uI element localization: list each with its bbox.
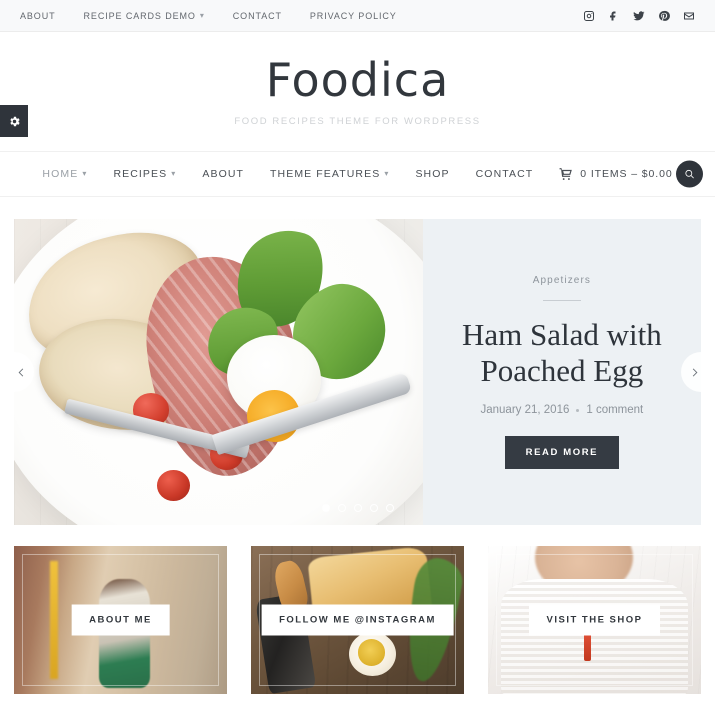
search-icon	[685, 169, 694, 179]
topnav-item-contact[interactable]: CONTACT	[219, 11, 296, 21]
promo-boxes: ABOUT ME FOLLOW ME @INSTAGRAM VISIT THE …	[14, 546, 701, 694]
twitter-icon[interactable]	[626, 3, 651, 28]
nav-item-shop[interactable]: SHOP	[402, 168, 462, 180]
chevron-right-icon	[692, 368, 697, 376]
settings-gear-tab[interactable]	[0, 105, 28, 137]
chevron-down-icon: ▾	[82, 169, 88, 178]
gear-icon	[9, 116, 20, 126]
email-icon[interactable]	[676, 3, 701, 28]
search-button[interactable]	[676, 160, 703, 188]
topnav-label: CONTACT	[232, 10, 282, 21]
hero-title[interactable]: Ham Salad with Poached Egg	[445, 317, 679, 389]
nav-item-contact[interactable]: CONTACT	[463, 168, 547, 180]
promo-label-shop[interactable]: VISIT THE SHOP	[528, 604, 661, 636]
slider-dot-5[interactable]	[385, 504, 394, 512]
topnav-item-about[interactable]: ABOUT	[20, 11, 70, 21]
nav-label: ABOUT	[202, 168, 245, 180]
nav-label: SHOP	[415, 168, 450, 180]
chevron-down-icon: ▾	[199, 10, 205, 20]
read-more-button[interactable]: READ MORE	[504, 436, 620, 470]
nav-label: CONTACT	[475, 168, 534, 180]
meta-separator-dot	[576, 408, 580, 412]
nav-item-about[interactable]: ABOUT	[189, 168, 257, 180]
slider-dot-2[interactable]	[337, 504, 346, 512]
promo-label-instagram[interactable]: FOLLOW ME @INSTAGRAM	[261, 604, 454, 636]
site-branding: Foodica FOOD RECIPES THEME FOR WORDPRESS	[0, 32, 715, 151]
chevron-left-icon	[18, 368, 23, 376]
instagram-icon[interactable]	[576, 3, 601, 28]
chevron-down-icon: ▾	[384, 169, 390, 178]
topnav-label: ABOUT	[20, 10, 56, 21]
top-navigation: ABOUT RECIPE CARDS DEMO ▾ CONTACT PRIVAC…	[20, 11, 411, 21]
olive-oil-dish	[357, 639, 386, 666]
nav-item-home[interactable]: HOME ▾	[29, 168, 100, 180]
facebook-icon[interactable]	[601, 3, 626, 28]
slider-dots	[14, 504, 701, 512]
hero-comments[interactable]: 1 comment	[586, 404, 643, 416]
nav-item-theme-features[interactable]: THEME FEATURES ▾	[257, 168, 402, 180]
promo-label-about-me[interactable]: ABOUT ME	[71, 604, 170, 636]
cart-label: 0 ITEMS – $0.00	[580, 168, 673, 180]
slider-dot-1[interactable]	[321, 504, 330, 512]
hero-divider	[542, 299, 581, 301]
nav-item-recipes[interactable]: RECIPES ▾	[100, 168, 189, 180]
hero-meta: January 21, 2016 1 comment	[480, 404, 643, 416]
site-logo[interactable]: Foodica	[266, 57, 450, 103]
nav-label: THEME FEATURES	[270, 168, 381, 180]
promo-about-me[interactable]: ABOUT ME	[14, 546, 227, 694]
site-tagline: FOOD RECIPES THEME FOR WORDPRESS	[234, 115, 481, 127]
top-bar: ABOUT RECIPE CARDS DEMO ▾ CONTACT PRIVAC…	[0, 0, 715, 32]
promo-shop[interactable]: VISIT THE SHOP	[488, 546, 701, 694]
hero-slider: Appetizers Ham Salad with Poached Egg Ja…	[14, 219, 701, 525]
hero-category[interactable]: Appetizers	[533, 275, 591, 286]
hero-date: January 21, 2016	[480, 404, 570, 417]
social-links	[576, 3, 701, 28]
slider-dot-3[interactable]	[353, 504, 362, 512]
chevron-down-icon: ▾	[171, 169, 177, 178]
main-navigation-bar: HOME ▾ RECIPES ▾ ABOUT THEME FEATURES ▾ …	[0, 151, 715, 197]
topnav-item-recipe-cards-demo[interactable]: RECIPE CARDS DEMO ▾	[70, 11, 219, 21]
topnav-label: PRIVACY POLICY	[309, 10, 397, 21]
hero-caption: Appetizers Ham Salad with Poached Egg Ja…	[423, 219, 701, 525]
promo-instagram[interactable]: FOLLOW ME @INSTAGRAM	[251, 546, 464, 694]
hero-featured-image	[14, 219, 423, 525]
main-navigation: HOME ▾ RECIPES ▾ ABOUT THEME FEATURES ▾ …	[29, 167, 685, 181]
shopping-cart-icon	[559, 168, 573, 180]
tomato-3	[157, 469, 190, 501]
nav-label: HOME	[42, 168, 79, 180]
topnav-item-privacy-policy[interactable]: PRIVACY POLICY	[296, 11, 411, 21]
nav-label: RECIPES	[113, 168, 168, 180]
cart-link[interactable]: 0 ITEMS – $0.00	[546, 167, 685, 181]
slider-dot-4[interactable]	[369, 504, 378, 512]
food-photo	[14, 219, 423, 525]
topnav-label: RECIPE CARDS DEMO	[83, 10, 196, 21]
pinterest-icon[interactable]	[651, 3, 676, 28]
